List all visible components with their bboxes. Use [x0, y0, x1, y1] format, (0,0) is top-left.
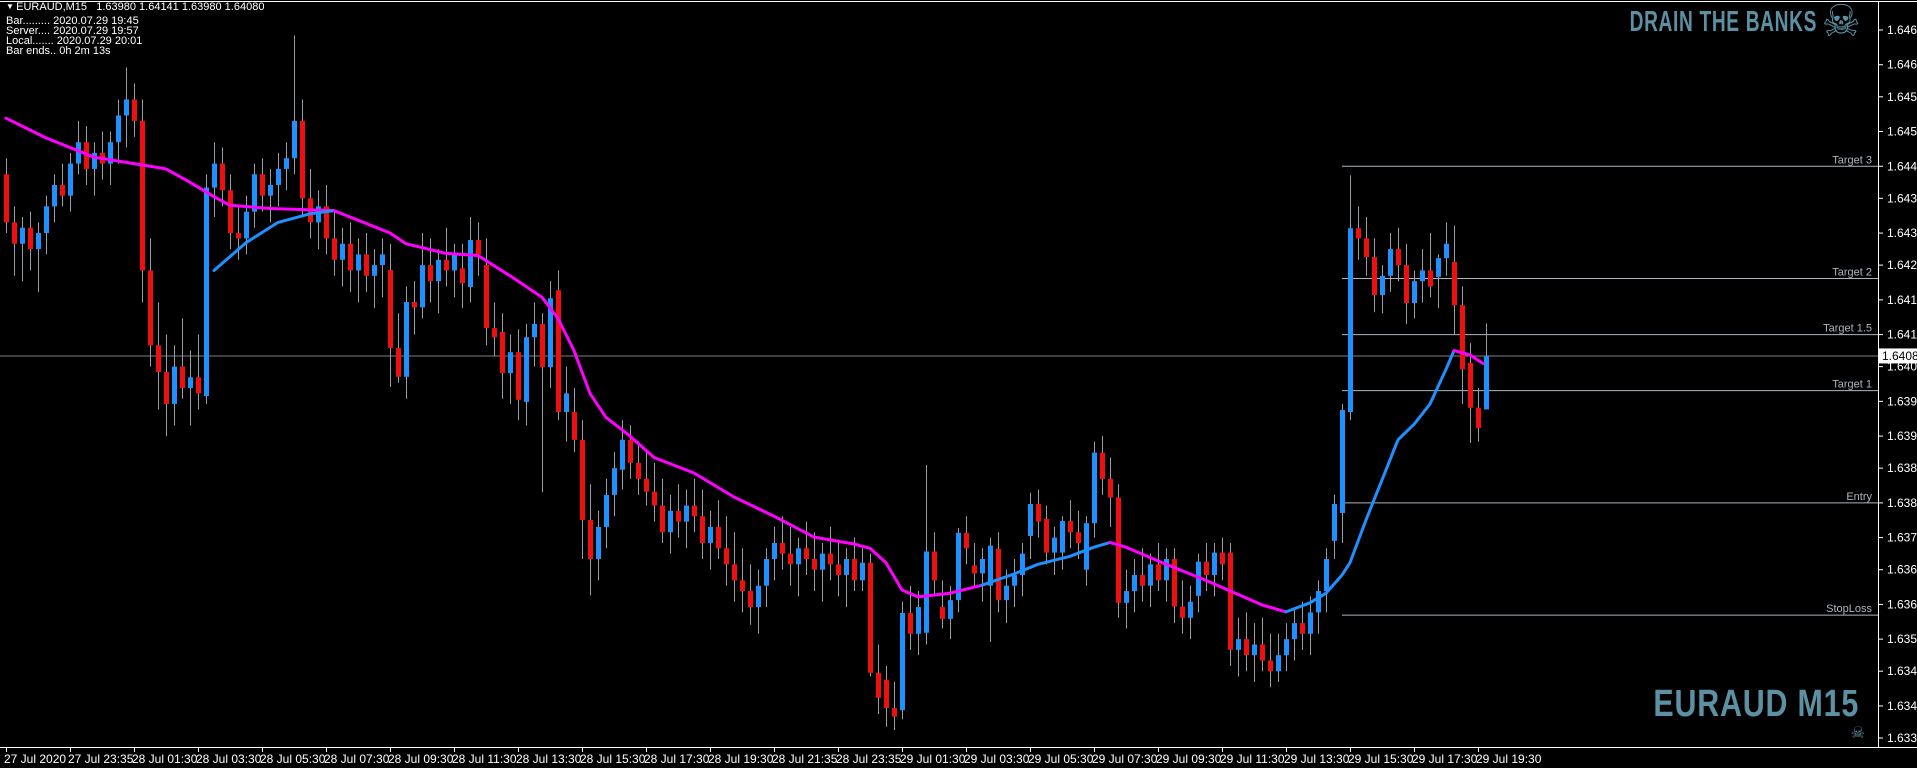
price-chart-canvas[interactable]: Target 3 Target 2 Target 1.5 Target 1 Entry S… [0, 0, 1917, 768]
price-axis-label: 1.63805 [1887, 496, 1917, 510]
time-axis-label: 29 Jul 11:30 [1220, 752, 1285, 766]
level-label: StopLoss [1826, 603, 1872, 615]
price-axis-label: 1.63740 [1887, 531, 1917, 545]
time-axis-label: 29 Jul 05:30 [1028, 752, 1094, 766]
chart-frame [0, 1, 1917, 748]
time-axis-label: 27 Jul 2020 [4, 752, 66, 766]
bar-timer-rows: Bar......... 2020.07.29 19:45 Server.... … [6, 16, 264, 57]
price-axis-label: 1.64625 [1887, 58, 1917, 72]
time-axis-label: 29 Jul 19:30 [1476, 752, 1542, 766]
time-axis-label: 28 Jul 21:35 [772, 752, 838, 766]
dropdown-arrow-icon[interactable]: ▼ [6, 2, 16, 11]
time-axis-label: 29 Jul 15:30 [1348, 752, 1414, 766]
time-axis-label: 29 Jul 09:30 [1156, 752, 1222, 766]
price-axis[interactable]: 1.64690 1.64625 1.64565 1.64500 1.64435 1.643… [1878, 23, 1917, 745]
level-label: Target 1.5 [1823, 323, 1872, 335]
price-axis-label: 1.64310 [1887, 226, 1917, 240]
mt4-chart-window: DRAIN THE BANKS ☠ EURAUD M15 ☠ Target 3T… [0, 0, 1917, 768]
price-axis-label: 1.63930 [1887, 429, 1917, 443]
level-label: Target 3 [1832, 154, 1872, 166]
time-axis-label: 29 Jul 01:30 [900, 752, 966, 766]
level-label: Target 1 [1832, 379, 1872, 391]
price-axis-label: 1.64375 [1887, 191, 1917, 205]
time-axis-label: 28 Jul 17:30 [644, 752, 710, 766]
moving-average-layer [4, 116, 1485, 614]
time-axis-label: 28 Jul 11:30 [452, 752, 517, 766]
ohlc-info-panel: ▼ EURAUD,M15 1.63980 1.64141 1.63980 1.6… [6, 1, 265, 57]
current-price-label: 1.64080 [1882, 349, 1917, 363]
time-axis[interactable]: 27 Jul 2020 27 Jul 23:3528 Jul 01:3028 Ju… [4, 747, 1542, 766]
level-label: Entry [1846, 491, 1872, 503]
time-axis-label: 29 Jul 03:30 [964, 752, 1030, 766]
price-axis-label: 1.64690 [1887, 23, 1917, 37]
time-axis-label: 28 Jul 15:30 [580, 752, 646, 766]
candle-wicks-layer [6, 35, 1487, 730]
price-axis-label: 1.64250 [1887, 258, 1917, 272]
price-axis-label: 1.63425 [1887, 699, 1917, 713]
time-axis-label: 27 Jul 23:35 [68, 752, 134, 766]
level-label: Target 2 [1832, 266, 1872, 278]
symbol-ohlc-line: ▼ EURAUD,M15 1.63980 1.64141 1.63980 1.6… [6, 1, 265, 13]
price-axis-label: 1.63995 [1887, 394, 1917, 408]
price-axis-label: 1.64435 [1887, 159, 1917, 173]
trade-level-lines: Target 3 Target 2 Target 1.5 Target 1 Entry S… [1342, 154, 1878, 616]
time-axis-label: 29 Jul 07:30 [1092, 752, 1158, 766]
price-axis-label: 1.64120 [1887, 328, 1917, 342]
time-axis-label: 28 Jul 09:30 [388, 752, 454, 766]
time-axis-label: 28 Jul 13:30 [516, 752, 582, 766]
time-axis-label: 28 Jul 07:30 [324, 752, 390, 766]
price-axis-label: 1.64565 [1887, 90, 1917, 104]
price-axis-label: 1.63550 [1887, 632, 1917, 646]
info-row: Bar ends.. 0h 2m 13s [6, 45, 111, 57]
price-axis-label: 1.63680 [1887, 563, 1917, 577]
time-axis-label: 28 Jul 01:30 [132, 752, 198, 766]
candle-bodies-layer [4, 99, 1489, 717]
time-axis-label: 28 Jul 23:35 [836, 752, 902, 766]
price-axis-label: 1.64500 [1887, 125, 1917, 139]
time-axis-label: 28 Jul 03:30 [196, 752, 262, 766]
price-axis-label: 1.64185 [1887, 293, 1917, 307]
time-axis-label: 29 Jul 17:30 [1412, 752, 1478, 766]
time-axis-label: 28 Jul 05:30 [260, 752, 326, 766]
price-axis-label: 1.63615 [1887, 597, 1917, 611]
price-axis-label: 1.63870 [1887, 461, 1917, 475]
time-axis-label: 29 Jul 13:30 [1284, 752, 1350, 766]
price-axis-label: 1.63365 [1887, 731, 1917, 745]
time-axis-label: 28 Jul 19:30 [708, 752, 774, 766]
price-axis-label: 1.63490 [1887, 664, 1917, 678]
